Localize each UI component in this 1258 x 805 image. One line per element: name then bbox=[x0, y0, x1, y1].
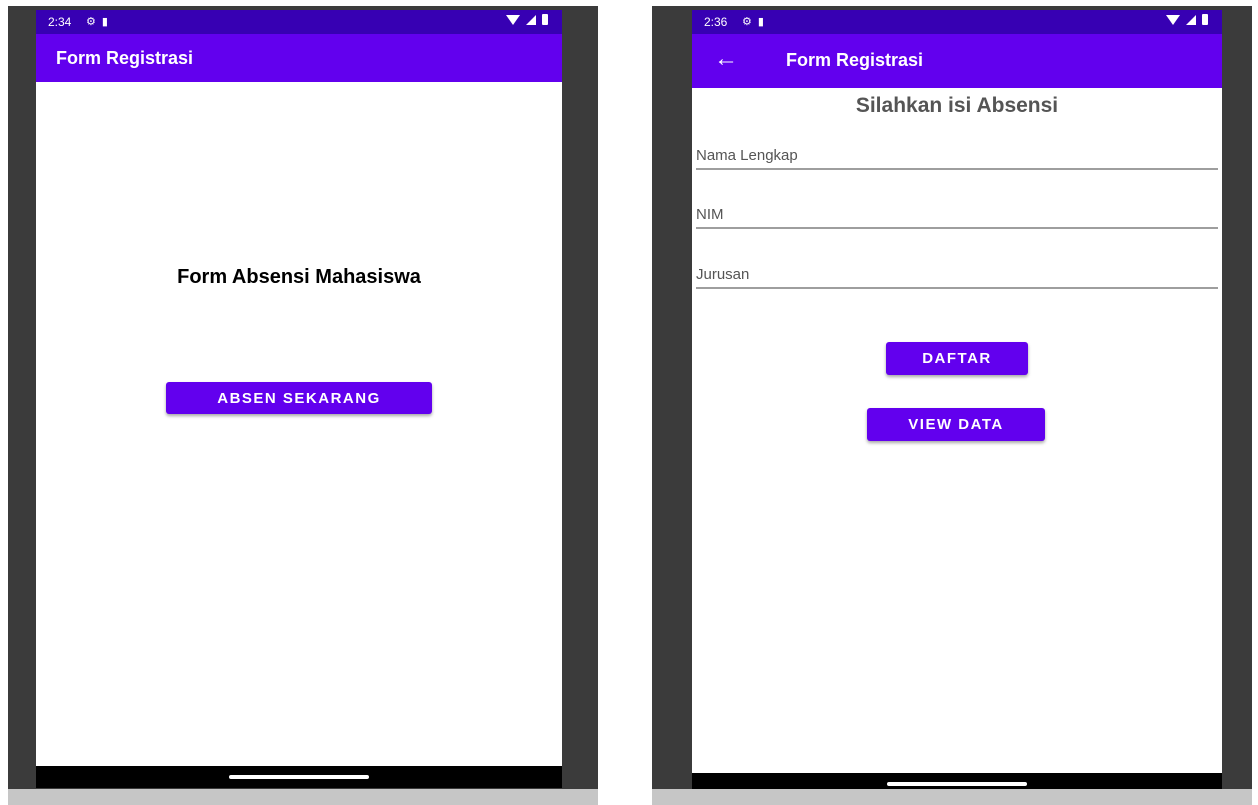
arrow-left-icon[interactable]: ← bbox=[714, 46, 738, 72]
status-time: 2:34 bbox=[48, 15, 72, 29]
status-time: 2:36 bbox=[704, 15, 728, 29]
phone-bottom-strip bbox=[8, 789, 598, 805]
jurusan-input[interactable] bbox=[696, 261, 1218, 289]
navigation-bar bbox=[36, 766, 562, 788]
home-gesture-handle[interactable] bbox=[887, 782, 1027, 786]
status-notification-icons: ⚙▮ bbox=[86, 15, 114, 28]
sd-card-icon: ▮ bbox=[101, 16, 114, 28]
home-gesture-handle[interactable] bbox=[229, 775, 369, 779]
phone-right: 2:36 ⚙▮ ← Form Registrasi Silahkan isi A… bbox=[652, 6, 1252, 805]
status-system-icons bbox=[506, 14, 548, 25]
app-bar: Form Registrasi bbox=[36, 34, 562, 82]
form-heading: Silahkan isi Absensi bbox=[855, 94, 1059, 117]
status-bar: 2:36 ⚙▮ bbox=[692, 10, 1222, 34]
sd-card-icon: ▮ bbox=[757, 16, 770, 28]
status-bar: 2:34 ⚙▮ bbox=[36, 10, 562, 34]
battery-icon bbox=[542, 14, 548, 25]
absen-sekarang-button[interactable]: ABSEN SEKARANG bbox=[166, 382, 432, 414]
view-data-button[interactable]: VIEW DATA bbox=[867, 408, 1045, 441]
app-bar-title: Form Registrasi bbox=[786, 50, 924, 70]
status-notification-icons: ⚙▮ bbox=[742, 15, 770, 28]
status-system-icons bbox=[1166, 14, 1208, 25]
signal-icon bbox=[526, 14, 536, 25]
phone-left: 2:34 ⚙▮ Form Registrasi Form Absensi Mah… bbox=[8, 6, 598, 805]
wifi-icon bbox=[506, 14, 520, 25]
right-screen: 2:36 ⚙▮ ← Form Registrasi Silahkan isi A… bbox=[692, 10, 1222, 795]
nama-lengkap-input[interactable] bbox=[696, 142, 1218, 170]
nim-input[interactable] bbox=[696, 201, 1218, 229]
app-bar: ← Form Registrasi bbox=[692, 34, 1222, 88]
gear-icon: ⚙ bbox=[86, 16, 102, 28]
daftar-button[interactable]: DAFTAR bbox=[886, 342, 1028, 375]
page-heading: Form Absensi Mahasiswa bbox=[177, 266, 421, 288]
left-screen: 2:34 ⚙▮ Form Registrasi Form Absensi Mah… bbox=[36, 10, 562, 788]
signal-icon bbox=[1186, 14, 1196, 25]
wifi-icon bbox=[1166, 14, 1180, 25]
phone-bottom-strip bbox=[652, 789, 1252, 805]
battery-icon bbox=[1202, 14, 1208, 25]
app-bar-title: Form Registrasi bbox=[56, 48, 194, 68]
gear-icon: ⚙ bbox=[742, 16, 758, 28]
